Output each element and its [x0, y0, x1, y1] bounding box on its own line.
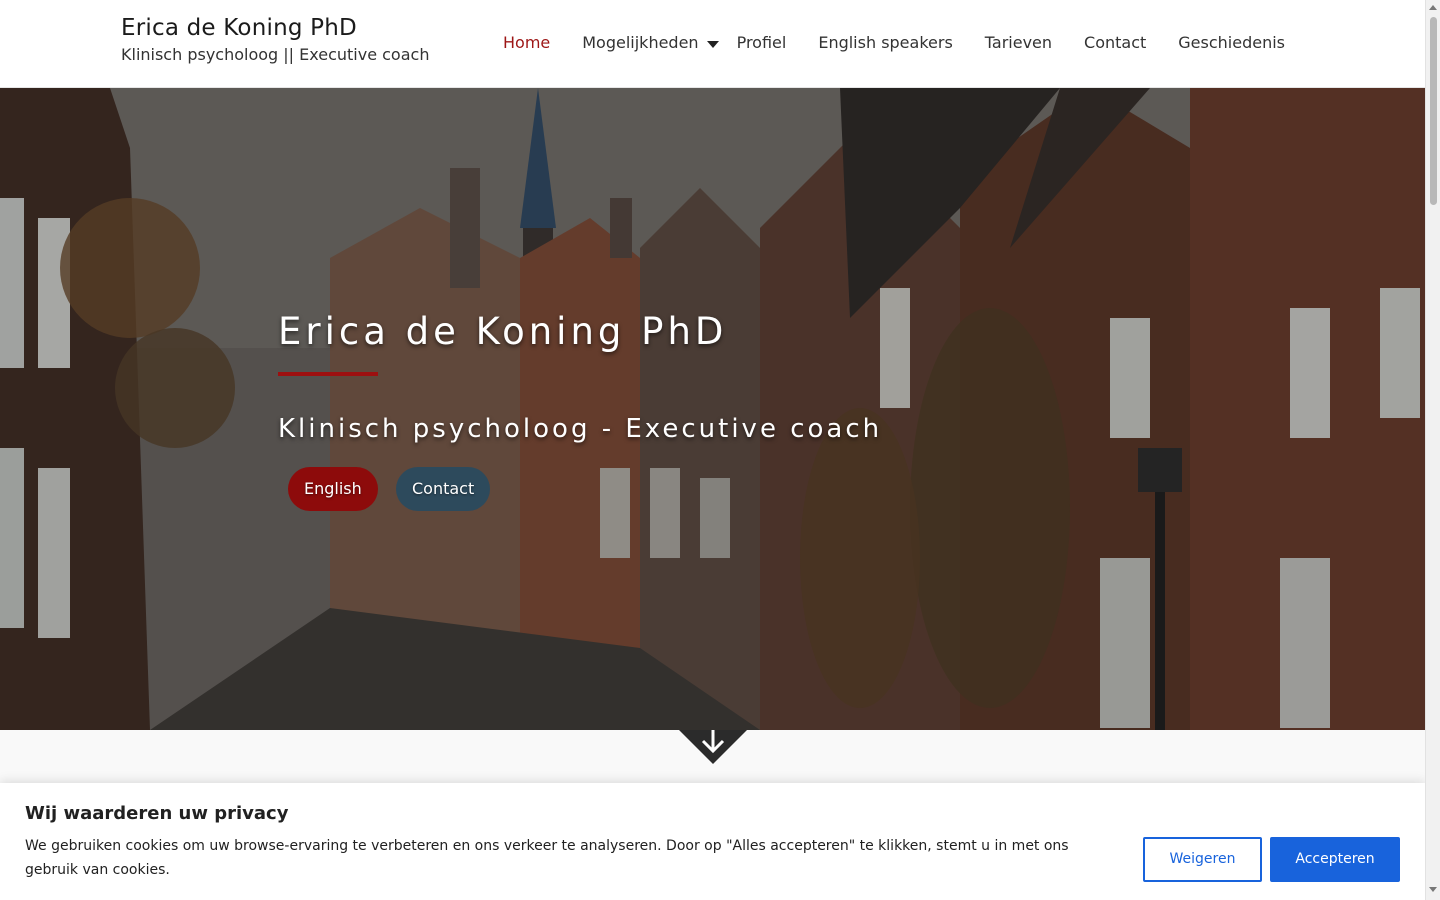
hero-title: Erica de Koning PhD: [278, 310, 728, 353]
site-header: Erica de Koning PhD Klinisch psycholoog …: [0, 0, 1425, 88]
site-tagline: Klinisch psycholoog || Executive coach: [121, 45, 430, 64]
nav-item-english-speakers[interactable]: English speakers: [818, 31, 952, 55]
reject-cookies-button[interactable]: Weigeren: [1143, 837, 1262, 882]
contact-button[interactable]: Contact: [396, 467, 491, 511]
arrow-down-icon[interactable]: [679, 730, 747, 764]
scroll-up-icon[interactable]: [1429, 5, 1437, 10]
cookie-banner-title: Wij waarderen uw privacy: [25, 803, 289, 824]
hero-overlay: [0, 88, 1425, 730]
hero-section: Erica de Koning PhD Klinisch psycholoog …: [0, 88, 1425, 730]
caret-down-icon[interactable]: [706, 40, 719, 48]
scrollbar-thumb[interactable]: [1430, 17, 1437, 205]
nav-item-contact[interactable]: Contact: [1084, 31, 1146, 55]
main-nav: Home Mogelijkheden Profiel English speak…: [503, 31, 1285, 55]
nav-item-mogelijkheden[interactable]: Mogelijkheden: [582, 31, 719, 55]
nav-item-profiel[interactable]: Profiel: [737, 31, 787, 55]
scrollbar[interactable]: [1425, 0, 1440, 900]
nav-item-home[interactable]: Home: [503, 31, 550, 55]
site-title[interactable]: Erica de Koning PhD: [121, 14, 429, 42]
nav-item-geschiedenis[interactable]: Geschiedenis: [1178, 31, 1285, 55]
hero-subtitle: Klinisch psycholoog - Executive coach: [278, 414, 883, 444]
accept-cookies-button[interactable]: Accepteren: [1270, 837, 1400, 882]
cookie-banner-text: We gebruiken cookies om uw browse-ervari…: [25, 838, 1069, 878]
hero-divider: [278, 372, 378, 376]
scroll-down-icon[interactable]: [1429, 887, 1437, 892]
nav-item-tarieven[interactable]: Tarieven: [985, 31, 1052, 55]
nav-item-label: Mogelijkheden: [582, 33, 699, 52]
english-button[interactable]: English: [288, 467, 378, 511]
cookie-banner: Wij waarderen uw privacy We gebruiken co…: [0, 783, 1425, 900]
site-brand[interactable]: Erica de Koning PhD Klinisch psycholoog …: [121, 14, 429, 66]
